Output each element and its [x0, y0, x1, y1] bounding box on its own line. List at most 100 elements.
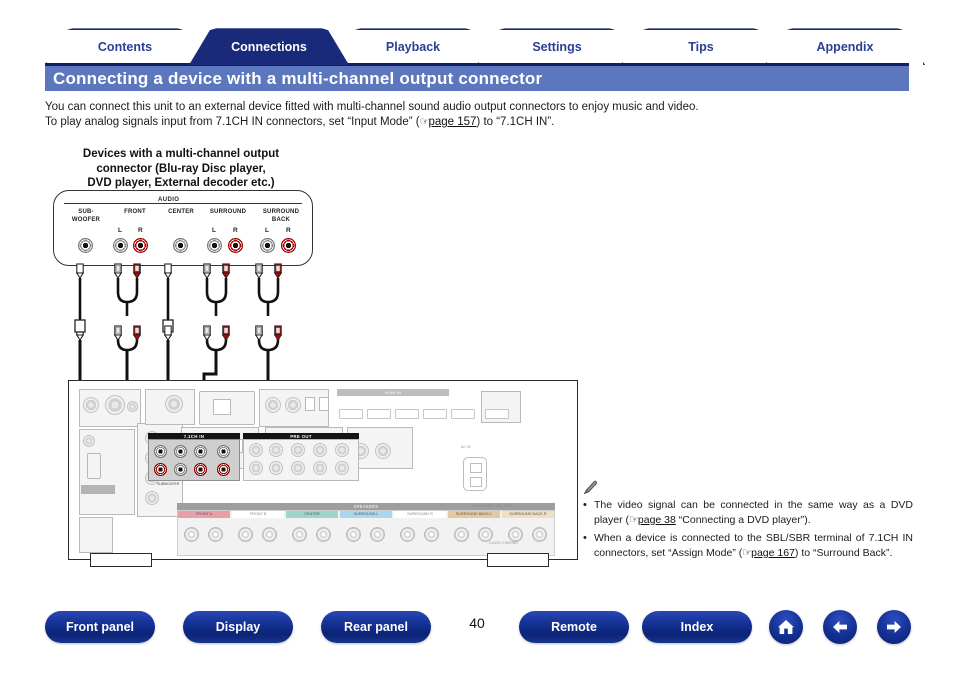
page-number: 40 — [469, 615, 485, 631]
tab-label: Tips — [688, 39, 714, 54]
button-label: Rear panel — [344, 620, 408, 634]
intro-line-2-prefix: To play analog signals input from 7.1CH … — [45, 116, 420, 128]
impedance-label: IMPEDANCE ·6Ω—16Ω — [473, 504, 512, 508]
rx-connector — [291, 443, 305, 457]
button-label: Index — [680, 620, 714, 634]
tab-tips[interactable]: Tips — [621, 28, 781, 65]
rx-connector — [269, 461, 283, 475]
chin-jack-sr — [194, 463, 207, 476]
note-2-page-link[interactable]: page 167 — [751, 547, 795, 559]
rx-hdmi-port — [395, 409, 419, 419]
caption-line-1: Devices with a multi-channel output — [82, 148, 280, 160]
rx-connector — [83, 435, 95, 447]
jack-center — [173, 238, 188, 253]
tab-contents[interactable]: Contents — [45, 28, 205, 65]
tab-appendix[interactable]: Appendix — [765, 28, 925, 65]
rx-dsub-port — [87, 453, 101, 479]
rx-label-strip — [81, 485, 115, 494]
rx-connector — [127, 401, 138, 412]
intro-line-2-suffix: ) to “7.1CH IN”. — [476, 116, 555, 128]
rx-hdmi-port — [451, 409, 475, 419]
chin-jack-sl — [194, 445, 207, 458]
tab-label: Contents — [97, 39, 153, 54]
rx-hdmi-port — [367, 409, 391, 419]
rx-hdmi-out-port — [485, 409, 509, 419]
rx-hdmi-port — [339, 409, 363, 419]
chin-jack-fl — [154, 445, 167, 458]
ac-slot — [470, 477, 482, 487]
rx-connector — [313, 461, 327, 475]
speaker-terminal-strip: FRONT A FRONT B CENTER SURROUND L SURROU… — [177, 510, 555, 556]
spk-terminal — [316, 527, 331, 542]
rx-hdmi-port — [423, 409, 447, 419]
rx-connector — [313, 443, 327, 457]
chin-jack-sw — [174, 463, 187, 476]
jack-surround-l — [207, 238, 222, 253]
lr-label-sb-l: L — [265, 227, 269, 234]
footer-button-index[interactable]: Index — [642, 611, 752, 643]
source-device-panel: AUDIO SUB- WOOFER FRONT L R CENTER SURRO… — [53, 190, 313, 266]
note-2-text-b: ) to “Surround Back”. — [794, 547, 893, 559]
footer-forward-button[interactable] — [877, 610, 911, 644]
chin-jack-c — [174, 445, 187, 458]
footer-button-remote[interactable]: Remote — [519, 611, 629, 643]
tab-label: Appendix — [816, 39, 874, 54]
spk-label-sb-r: SURROUND BACK R — [502, 511, 554, 518]
rx-connector — [269, 443, 283, 457]
spk-terminal — [508, 527, 523, 542]
label-line-1: SUB- — [78, 209, 94, 215]
audio-divider — [64, 203, 302, 204]
page-title: Connecting a device with a multi-channel… — [53, 68, 543, 88]
spk-terminal — [424, 527, 439, 542]
label-line-1: CENTER — [168, 209, 194, 215]
spk-label-sb-l: SURROUND BACK L — [448, 511, 500, 518]
spk-terminal — [532, 527, 547, 542]
group-label-center: CENTER — [158, 209, 204, 217]
spk-terminal — [292, 527, 307, 542]
jack-front-r — [133, 238, 148, 253]
rx-connector — [291, 461, 305, 475]
footer-button-display[interactable]: Display — [183, 611, 293, 643]
rx-connector — [285, 397, 301, 413]
ac-slot — [470, 463, 482, 473]
lr-label-surround-l: L — [212, 227, 216, 234]
label-line-2: WOOFER — [71, 216, 101, 223]
caption-line-3: DVD player, External decoder etc.) — [87, 177, 275, 189]
ac-in-label: AC IN — [461, 445, 471, 449]
page-link-157[interactable]: page 157 — [428, 116, 476, 128]
rx-block-ground — [79, 517, 113, 553]
footer-button-rear-panel[interactable]: Rear panel — [321, 611, 431, 643]
footer-button-front-panel[interactable]: Front panel — [45, 611, 155, 643]
tab-label: Playback — [385, 39, 441, 54]
spk-terminal — [346, 527, 361, 542]
chin-jack-sbl — [217, 445, 230, 458]
tab-settings[interactable]: Settings — [477, 28, 637, 65]
rx-connector — [335, 461, 349, 475]
spk-terminal — [400, 527, 415, 542]
rx-optical-port — [305, 397, 315, 411]
note-1-page-link[interactable]: page 38 — [638, 514, 676, 526]
spk-terminal — [184, 527, 199, 542]
rx-hdmi-in-header: HDMI IN — [337, 389, 449, 396]
spk-label-surround-r: SURROUND R — [394, 511, 446, 518]
rx-ethernet-port — [213, 399, 231, 415]
button-label: Front panel — [65, 620, 135, 634]
tab-label: Settings — [532, 39, 582, 54]
label-line-1: FRONT — [124, 209, 146, 215]
group-label-subwoofer: SUB- WOOFER — [62, 209, 110, 224]
source-device-caption: Devices with a multi-channel output conn… — [56, 147, 306, 191]
label-line-2: BACK — [271, 216, 291, 223]
footer-back-button[interactable] — [823, 610, 857, 644]
group-label-surround: SURROUND — [201, 209, 255, 217]
spk-label-center: CENTER — [286, 511, 338, 518]
chin-jack-fr — [154, 463, 167, 476]
tab-playback[interactable]: Playback — [333, 28, 493, 65]
tab-connections[interactable]: Connections — [189, 28, 349, 65]
home-icon — [778, 620, 794, 634]
note-item-1: The video signal can be connected in the… — [583, 498, 913, 528]
footer-home-button[interactable] — [769, 610, 803, 644]
chin-block — [148, 439, 240, 481]
class2-wiring-label: CLASS 2 WIRING — [489, 541, 519, 545]
spk-terminal — [238, 527, 253, 542]
rx-connector — [165, 395, 183, 413]
